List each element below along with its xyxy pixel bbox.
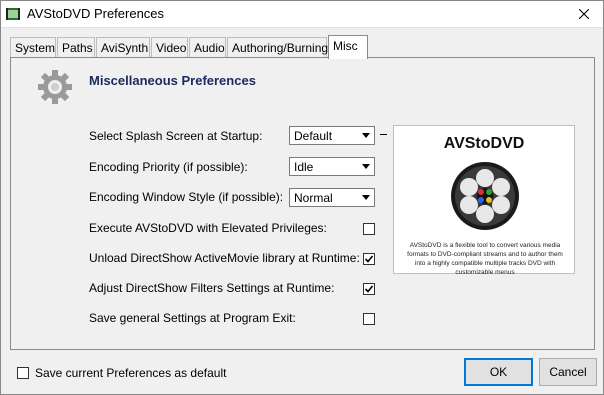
- save-settings-exit-label: Save general Settings at Program Exit:: [89, 311, 296, 325]
- misc-panel: Miscellaneous Preferences Select Splash …: [10, 57, 595, 350]
- tab-video[interactable]: Video: [151, 37, 188, 58]
- cancel-button[interactable]: Cancel: [539, 358, 597, 386]
- adjust-filters-checkbox[interactable]: [363, 283, 375, 295]
- save-default-label: Save current Preferences as default: [35, 366, 227, 380]
- save-settings-exit-checkbox[interactable]: [363, 313, 375, 325]
- chevron-down-icon: [361, 133, 370, 138]
- preview-title: AVStoDVD: [443, 135, 525, 152]
- ok-button[interactable]: OK: [464, 358, 533, 386]
- tab-audio[interactable]: Audio: [189, 37, 226, 58]
- encoding-window-style-select[interactable]: Normal: [289, 188, 375, 207]
- gear-icon: [38, 70, 72, 104]
- encoding-window-style-value: Normal: [294, 191, 333, 205]
- checkmark-icon: [364, 285, 374, 293]
- checkmark-icon: [364, 255, 374, 263]
- tab-misc[interactable]: Misc: [328, 35, 368, 59]
- splash-screen-select[interactable]: Default: [289, 126, 375, 145]
- close-button[interactable]: [564, 0, 604, 28]
- encoding-priority-value: Idle: [294, 160, 314, 174]
- chevron-down-icon: [361, 164, 370, 169]
- close-icon: [579, 9, 589, 19]
- unload-directshow-label: Unload DirectShow ActiveMovie library at…: [89, 251, 360, 265]
- elevated-privileges-checkbox[interactable]: [363, 223, 375, 235]
- tab-authoring-burning[interactable]: Authoring/Burning: [227, 37, 328, 58]
- encoding-priority-select[interactable]: Idle: [289, 157, 375, 176]
- splash-separator: [380, 134, 387, 135]
- title-bar: AVStoDVD Preferences: [0, 0, 604, 28]
- encoding-priority-label: Encoding Priority (if possible):: [89, 160, 248, 174]
- app-icon: [6, 8, 20, 20]
- splash-preview: AVStoDVD AVStoDVD is a flexible tool to …: [393, 125, 575, 276]
- chevron-down-icon: [361, 195, 370, 200]
- splash-screen-label: Select Splash Screen at Startup:: [89, 129, 263, 143]
- tab-system[interactable]: System: [10, 37, 56, 58]
- adjust-filters-label: Adjust DirectShow Filters Settings at Ru…: [89, 281, 335, 295]
- tab-avisynth[interactable]: AviSynth: [96, 37, 150, 58]
- preview-description: AVStoDVD is a flexible tool to convert v…: [407, 242, 563, 276]
- encoding-window-style-label: Encoding Window Style (if possible):: [89, 190, 284, 204]
- film-reel-icon: [451, 162, 519, 230]
- panel-title: Miscellaneous Preferences: [89, 73, 256, 88]
- save-default-checkbox[interactable]: [17, 367, 29, 379]
- elevated-privileges-label: Execute AVStoDVD with Elevated Privilege…: [89, 221, 327, 235]
- tab-paths[interactable]: Paths: [57, 37, 95, 58]
- unload-directshow-checkbox[interactable]: [363, 253, 375, 265]
- window-title: AVStoDVD Preferences: [27, 6, 165, 21]
- splash-screen-value: Default: [294, 129, 333, 143]
